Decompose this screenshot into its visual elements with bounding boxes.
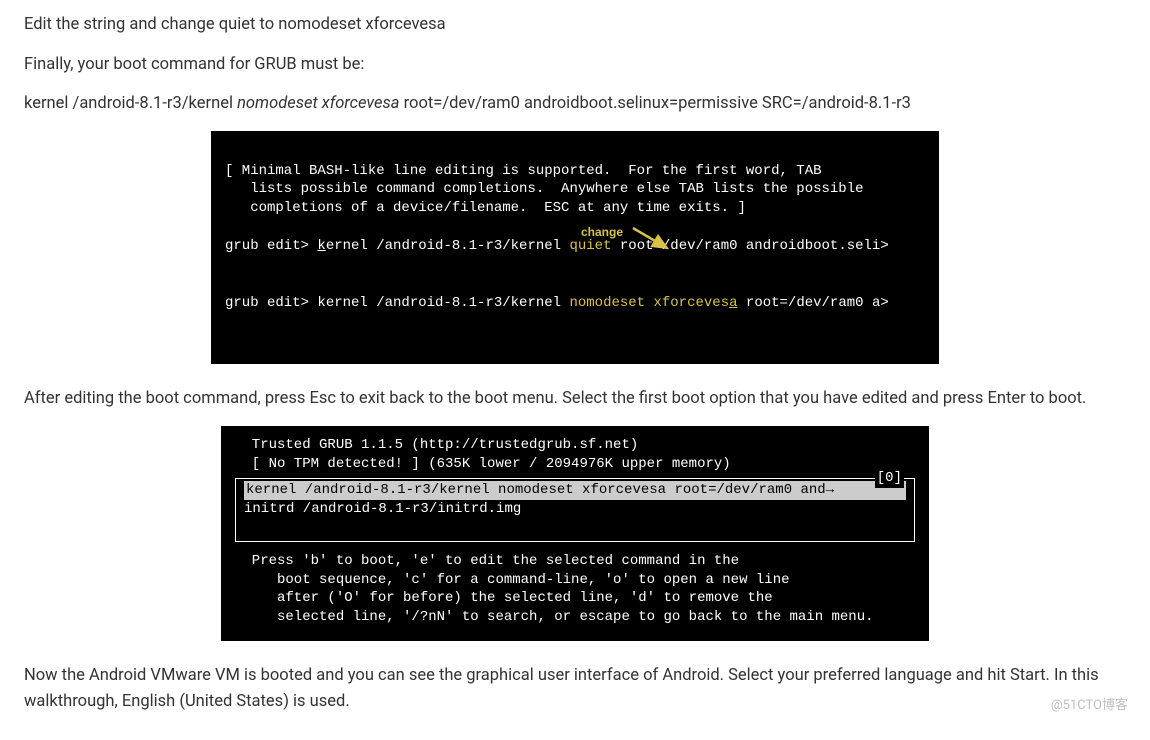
grub-cmd-1-mid: ernel /android-8.1-r3/kernel xyxy=(326,238,570,254)
grub-frame-index: [0] xyxy=(875,469,904,488)
after-edit-para: After editing the boot command, press Es… xyxy=(24,386,1126,412)
grub-edit-line-2: grub edit> kernel /android-8.1-r3/kernel… xyxy=(225,295,889,311)
intro-para-1: Edit the string and change quiet to nomo… xyxy=(24,12,1126,38)
change-arrow-icon xyxy=(629,224,679,254)
intro-para-2: Finally, your boot command for GRUB must… xyxy=(24,52,1126,78)
grub-selected-entry: kernel /android-8.1-r3/kernel nomodeset … xyxy=(244,481,906,500)
grub-cursor-2: a xyxy=(729,295,737,311)
grub-prompt-1: grub edit> xyxy=(225,238,317,254)
grub-edit-banner: [ Minimal BASH-like line editing is supp… xyxy=(225,163,864,217)
grub-instructions: Press 'b' to boot, 'e' to edit the selec… xyxy=(235,552,915,628)
grub-header: Trusted GRUB 1.1.5 (http://trustedgrub.s… xyxy=(235,436,915,474)
grub-edit-terminal: [ Minimal BASH-like line editing is supp… xyxy=(211,131,939,365)
cmd-before: kernel /android-8.1-r3/kernel xyxy=(24,94,237,113)
cmd-after: root=/dev/ram0 androidboot.selinux=permi… xyxy=(400,94,911,113)
grub-nomodeset-keyword: nomodeset xforcevesa xyxy=(569,295,737,311)
grub-prompt-2: grub edit> kernel /android-8.1-r3/kernel xyxy=(225,295,569,311)
grub-entries-frame: [0] kernel /android-8.1-r3/kernel nomode… xyxy=(235,478,915,542)
watermark: @51CTO博客 xyxy=(1051,696,1128,716)
final-para: Now the Android VMware VM is booted and … xyxy=(24,663,1126,714)
grub-boot-menu: Trusted GRUB 1.1.5 (http://trustedgrub.s… xyxy=(221,426,929,641)
grub-edit-line-1: grub edit> kernel /android-8.1-r3/kernel… xyxy=(225,238,889,254)
change-annotation-label: change xyxy=(581,224,623,240)
grub-cmd-2-tail: root=/dev/ram0 a> xyxy=(738,295,889,311)
grub-quiet-keyword: quiet xyxy=(569,238,611,254)
grub-initrd-entry: initrd /android-8.1-r3/initrd.img xyxy=(244,501,521,517)
boot-command-line: kernel /android-8.1-r3/kernel nomodeset … xyxy=(24,91,1126,117)
grub-cursor-1: k xyxy=(317,238,325,254)
cmd-italic-args: nomodeset xforcevesa xyxy=(237,94,399,113)
